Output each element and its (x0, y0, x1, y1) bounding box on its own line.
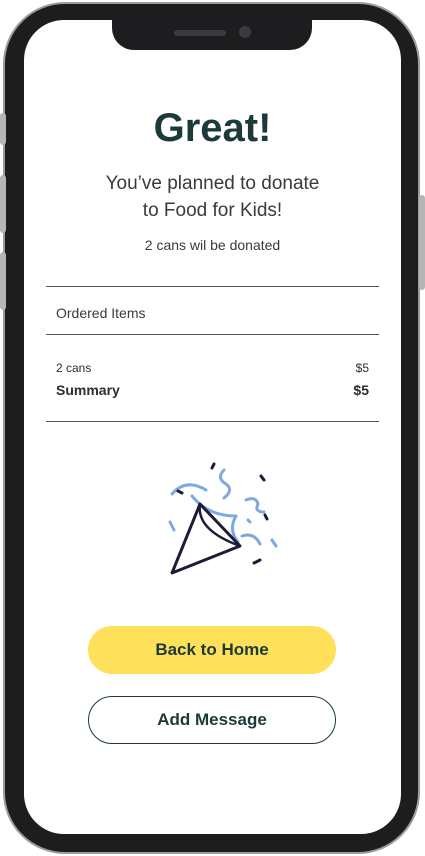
confirmation-line-1: You’ve planned to donate (105, 173, 320, 194)
divider-middle (46, 334, 379, 335)
divider-bottom (46, 421, 379, 422)
confirmation-line-2: to Food for Kids! (142, 200, 283, 221)
donation-note: 2 cans wil be donated (144, 237, 281, 253)
party-popper-icon (168, 462, 278, 575)
phone-screen: Great! You’ve planned to donate to Food … (24, 20, 401, 834)
summary-label: Summary (56, 382, 120, 398)
order-item-label: 2 cans (56, 361, 92, 375)
order-item-price: $5 (355, 361, 369, 375)
mute-switch (0, 113, 6, 145)
order-item-row: 2 cans $5 (56, 361, 369, 375)
confirmation-message: You’ve planned to donate to Food for Kid… (24, 170, 401, 224)
page-title: Great! (153, 106, 272, 150)
front-camera (239, 26, 251, 38)
power-button (419, 195, 425, 290)
back-to-home-button[interactable]: Back to Home (88, 626, 336, 674)
add-message-button[interactable]: Add Message (88, 696, 336, 744)
divider-top (46, 286, 379, 287)
volume-down-button (0, 252, 6, 310)
ordered-items-heading: Ordered Items (56, 305, 146, 321)
summary-row: Summary $5 (56, 382, 369, 398)
summary-price: $5 (353, 382, 369, 398)
notch (112, 20, 312, 50)
volume-up-button (0, 175, 6, 233)
speaker-grille (174, 30, 226, 36)
